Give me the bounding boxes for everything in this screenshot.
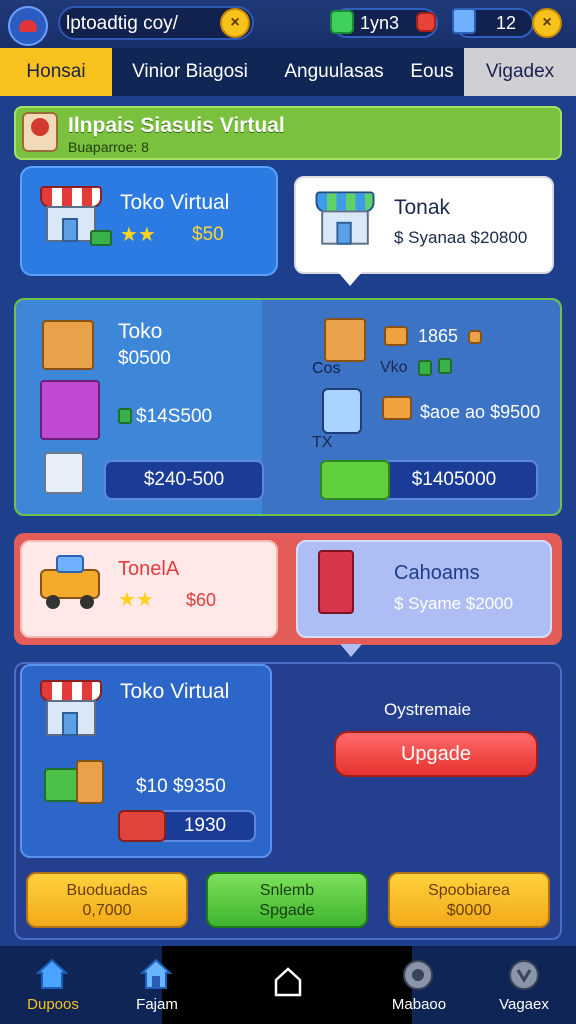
card-price: $ Syanaa $20800: [394, 228, 528, 247]
cash-icon: [118, 408, 132, 424]
close-search-icon[interactable]: ×: [220, 8, 250, 38]
supply-icon: [382, 396, 412, 420]
button-line-1: Snlemb: [259, 882, 315, 899]
calculator-icon: [452, 8, 476, 34]
nav-label: Fajam: [136, 996, 178, 1013]
button-line-1: Spoobiarea: [428, 882, 510, 899]
card-title: Toko Virtual: [120, 191, 230, 214]
rating-stars: ★★: [118, 589, 154, 611]
box-icon: [324, 318, 366, 362]
supply-icon: [384, 326, 408, 346]
nav-label: Vagaex: [499, 996, 549, 1013]
banner-title: Ilnpais Siasuis Virtual: [68, 114, 285, 137]
banner-subtitle: Buaparroe: 8: [68, 139, 149, 155]
nav-label: Dupoos: [27, 996, 79, 1013]
box-icon: [42, 320, 94, 370]
machine-icon: [322, 388, 362, 434]
app-logo-icon[interactable]: [8, 6, 48, 46]
card-title: Tonak: [394, 196, 451, 219]
level-bar-fill: [118, 810, 166, 842]
panel-title: Toko: [118, 320, 163, 343]
card-price: $ Syame $2000: [394, 594, 514, 613]
button-line-2: Spgade: [259, 902, 315, 919]
crate-icon: [44, 768, 80, 802]
button-line-2: 0,7000: [82, 902, 132, 919]
card-title: TonelA: [118, 558, 180, 580]
nav-label: Mabaoo: [391, 996, 447, 1013]
button-line-1: Buoduadas: [66, 882, 148, 899]
panel-price: $0500: [118, 348, 171, 369]
gem-icon: [330, 10, 354, 34]
tab-honsai[interactable]: Honsai: [0, 48, 112, 96]
vending-machine-icon: [318, 550, 354, 614]
panel-title: Toko Virtual: [120, 680, 230, 703]
store-icon: [315, 191, 375, 246]
card-pointer: [340, 644, 362, 657]
tab-vinior-biagosi[interactable]: Vinior Biagosi: [112, 48, 268, 96]
buy-button[interactable]: $240-500: [104, 460, 264, 500]
card-price: $50: [192, 224, 224, 245]
box-icon: [76, 760, 104, 804]
system-home-icon[interactable]: [270, 964, 306, 1000]
panel-right-label-2: TX: [312, 434, 333, 451]
calc-count: 12: [496, 13, 517, 33]
small-box-icon: [468, 330, 482, 344]
green-flag-icon: [320, 460, 390, 500]
panel-price-2: $14S500: [136, 406, 213, 427]
upgrade-label: Oystremaie: [384, 700, 471, 719]
truck-icon: [40, 555, 102, 609]
avatar-icon: [22, 112, 58, 152]
tag-label: Cos: [312, 360, 341, 377]
crate-icon: [44, 452, 84, 494]
panel-price: $10 $9350: [136, 776, 226, 797]
button-line-2: $0000: [446, 902, 492, 919]
cash-icon: [438, 358, 452, 374]
home-nav-icon[interactable]: [34, 956, 70, 992]
tab-eous[interactable]: Eous: [400, 48, 464, 96]
panel-right-price: $aoe ao $9500: [420, 402, 541, 422]
tab-vigadex[interactable]: Vigadex: [464, 48, 576, 96]
action-button-3[interactable]: Spoobiarea $0000: [388, 872, 550, 928]
package-icon: [40, 380, 100, 440]
upgrade-button[interactable]: Upgade: [334, 731, 538, 777]
cash-icon: [90, 230, 112, 246]
card-pointer: [338, 272, 362, 286]
shop-icon: [40, 680, 102, 738]
close-icon[interactable]: ×: [532, 8, 562, 38]
card-price: $60: [186, 590, 217, 610]
settings-nav-icon[interactable]: [506, 958, 542, 994]
tab-anguulasas[interactable]: Anguulasas: [268, 48, 400, 96]
cash-icon: [418, 360, 432, 376]
gem-count: 1yn3: [360, 13, 400, 33]
bag-icon: [416, 12, 436, 32]
rating-stars: ★★: [120, 224, 156, 246]
action-button-1[interactable]: Buoduadas 0,7000: [26, 872, 188, 928]
panel-right-label: Vko: [380, 359, 408, 376]
action-button-2[interactable]: Snlemb Spgade: [206, 872, 368, 928]
messages-nav-icon[interactable]: [400, 958, 436, 994]
panel-right-number: 1865: [418, 326, 459, 346]
card-title: Cahoams: [394, 562, 480, 584]
shop-nav-icon[interactable]: [138, 956, 174, 992]
search-value: lptoadtig coy/: [66, 13, 178, 34]
